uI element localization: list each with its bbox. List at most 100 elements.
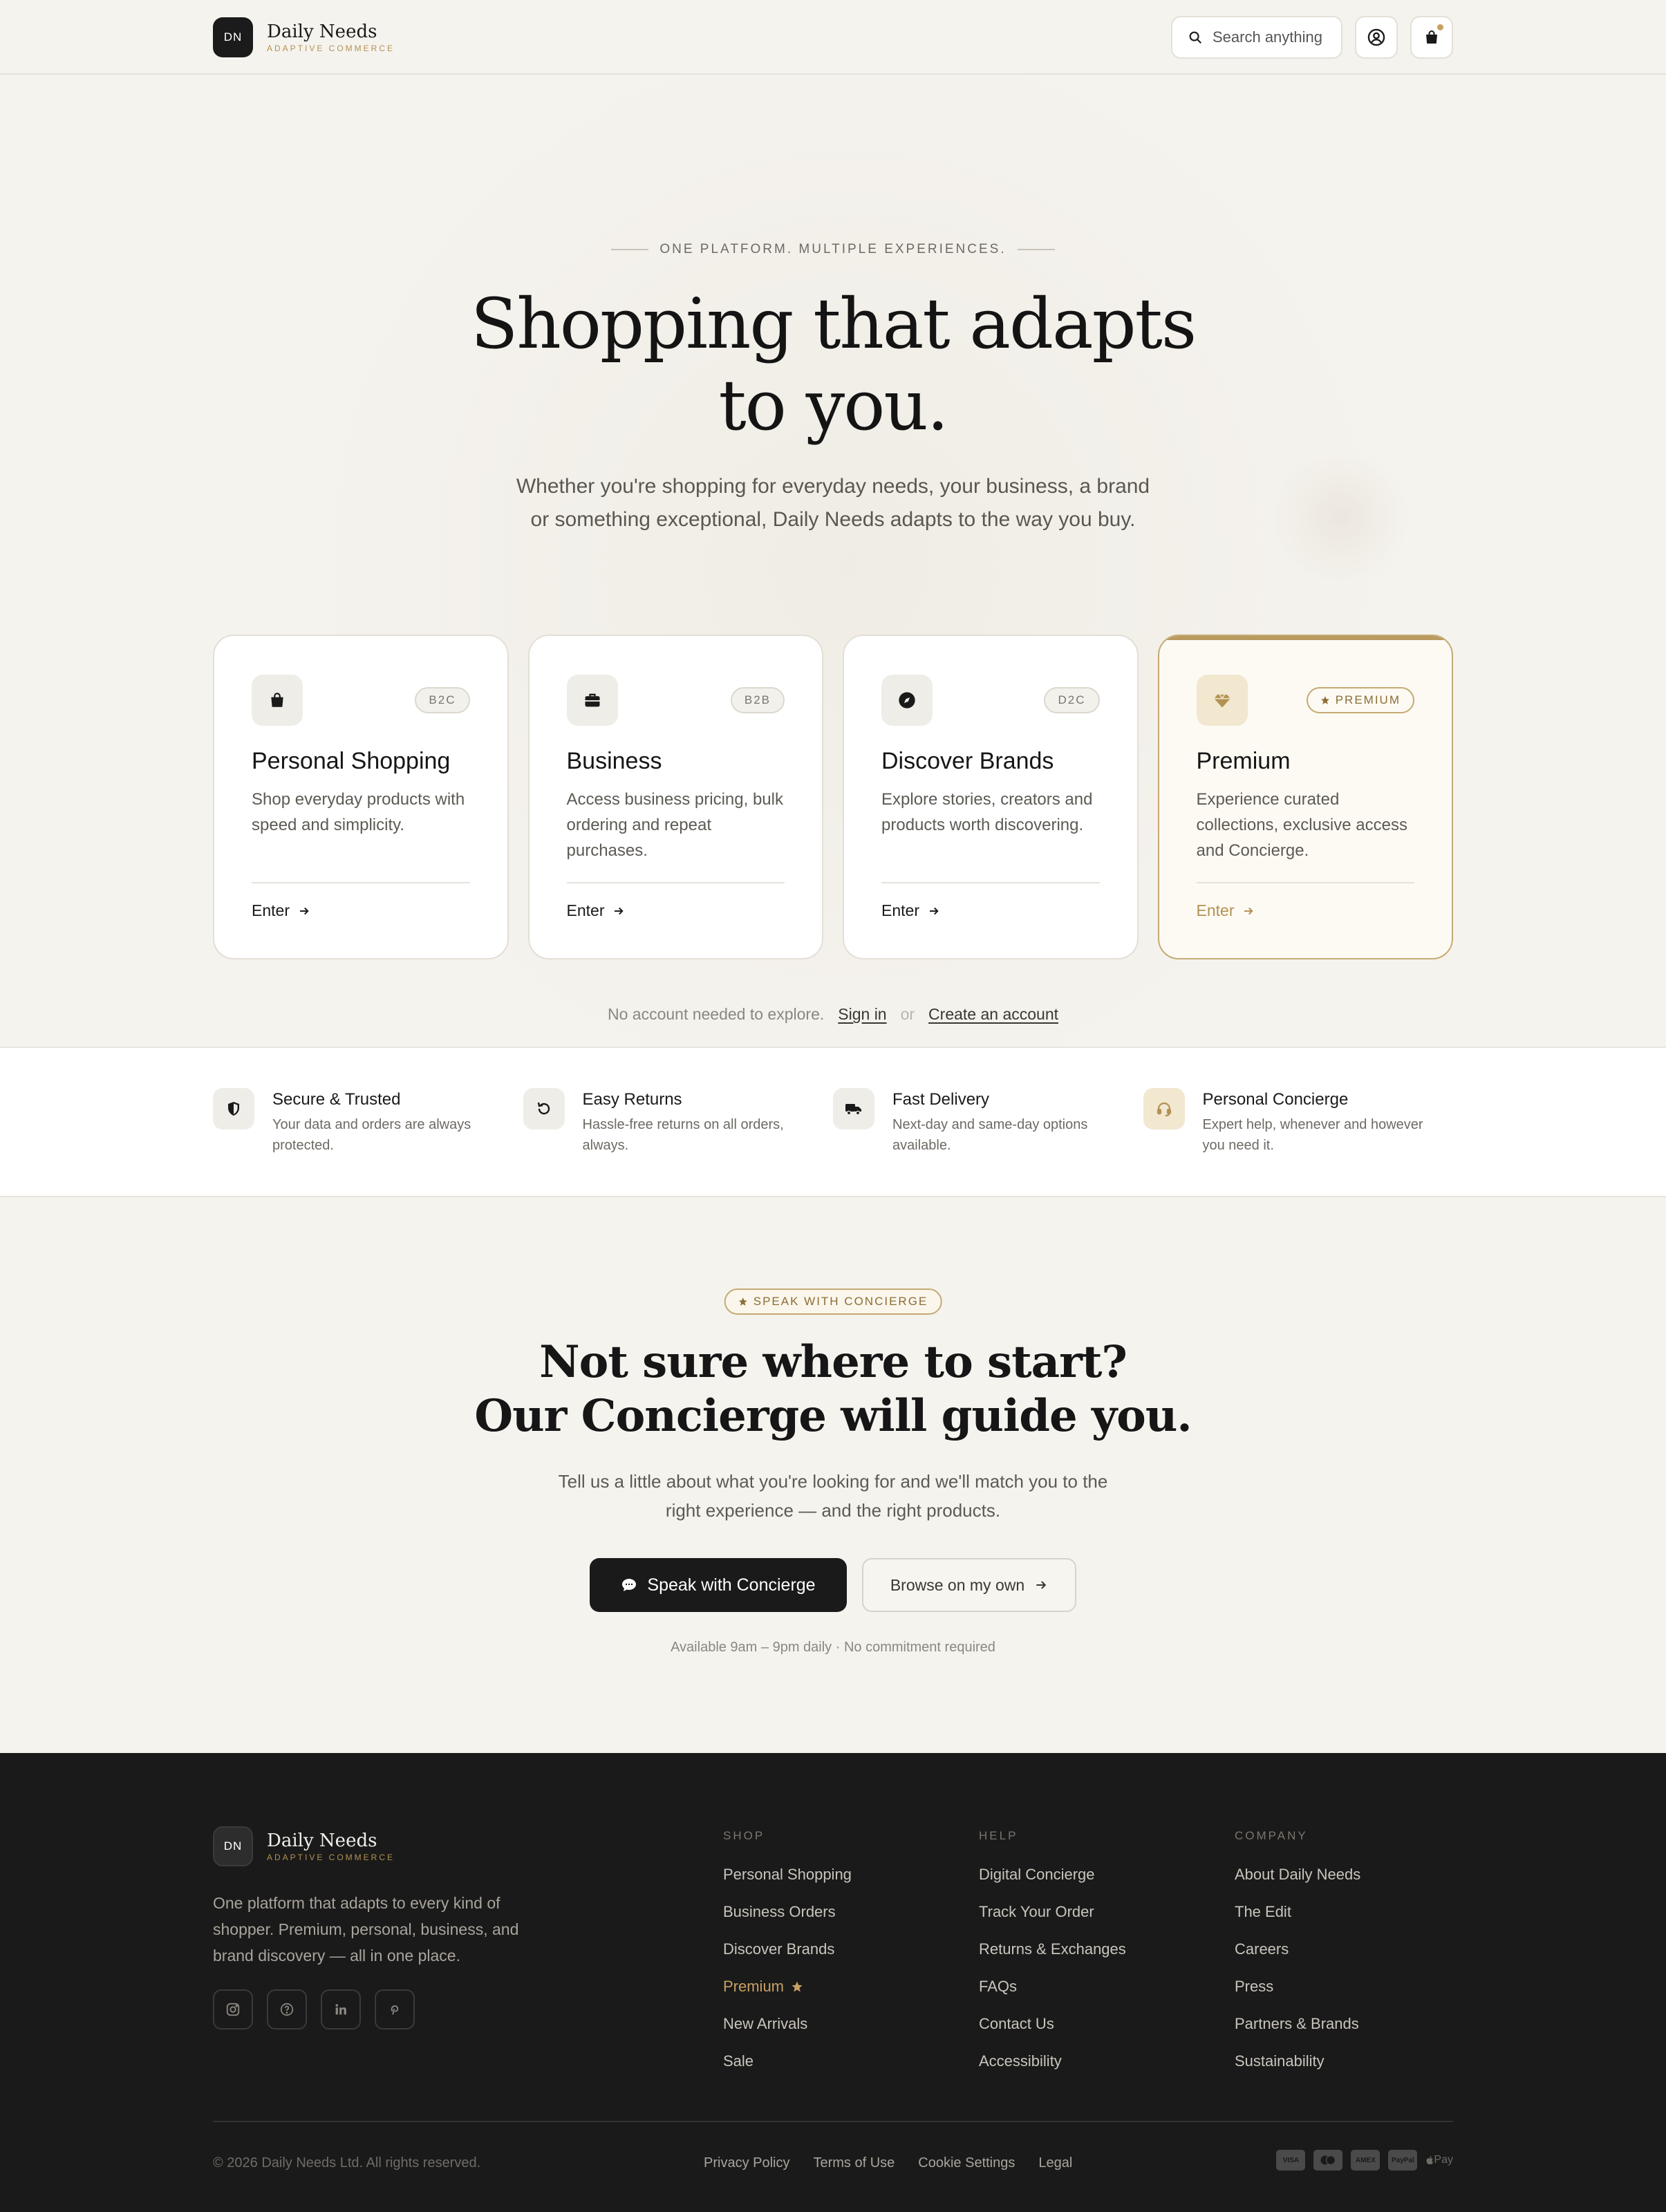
footer-brand[interactable]: DN Daily Needs ADAPTIVE COMMERCE	[213, 1826, 395, 1866]
footer-link[interactable]: New Arrivals	[723, 2016, 852, 2032]
card-title: Personal Shopping	[252, 748, 451, 774]
card-enter-label: Enter	[252, 901, 290, 919]
cart-button[interactable]	[1410, 16, 1453, 59]
account-note-text: No account needed to explore.	[607, 1005, 825, 1023]
card-icon-container	[566, 675, 618, 726]
eyebrow-line-right	[1017, 249, 1055, 250]
arrow-right-icon	[615, 907, 624, 915]
site-header: DN Daily Needs ADAPTIVE COMMERCE Search …	[0, 0, 1666, 75]
feature-icon-container	[523, 1088, 565, 1130]
card-enter-label: Enter	[881, 901, 919, 919]
card-premium[interactable]: PREMIUM Premium Experience curated colle…	[1157, 635, 1453, 959]
brand-logo[interactable]: DN Daily Needs ADAPTIVE COMMERCE	[213, 17, 395, 57]
star-icon	[738, 1297, 747, 1306]
account-note: No account needed to explore. Sign in or…	[0, 1005, 1666, 1024]
footer-link[interactable]: Business Orders	[723, 1904, 852, 1920]
footer-link-label: Premium	[723, 1978, 785, 1995]
footer-column-title: HELP	[979, 1829, 1018, 1842]
hero-subtitle: Whether you're shopping for everyday nee…	[516, 475, 1150, 531]
footer-logo-mark: DN	[213, 1826, 253, 1866]
create-account-link[interactable]: Create an account	[928, 1005, 1058, 1024]
search-input[interactable]: Search anything	[1171, 16, 1342, 59]
briefcase-icon	[585, 693, 599, 707]
browse-on-my-own-label: Browse on my own	[890, 1575, 1025, 1594]
concierge-section: SPEAK WITH CONCIERGE Not sure where to s…	[0, 1197, 1666, 1753]
sign-in-link[interactable]: Sign in	[838, 1005, 886, 1024]
card-business[interactable]: B2B Business Access business pricing, bu…	[527, 635, 823, 959]
speak-with-concierge-button[interactable]: Speak with Concierge	[590, 1558, 847, 1612]
account-button[interactable]	[1355, 16, 1398, 59]
footer-legal-links: Privacy Policy Terms of Use Cookie Setti…	[704, 2155, 1072, 2171]
mastercard-icon	[1313, 2150, 1343, 2171]
paypal-icon: PayPal	[1388, 2150, 1418, 2171]
card-icon-container	[252, 675, 303, 726]
pinterest-link[interactable]	[375, 1989, 415, 2030]
eyebrow-text: ONE PLATFORM. MULTIPLE EXPERIENCES.	[659, 242, 1007, 256]
card-enter-label: Enter	[1196, 901, 1235, 919]
compass-icon	[899, 692, 915, 709]
star-icon	[1320, 696, 1329, 704]
footer-link[interactable]: Contact Us	[979, 2016, 1126, 2032]
footer-link[interactable]: Careers	[1235, 1941, 1360, 1958]
footer-column-title: SHOP	[723, 1829, 765, 1842]
footer-divider	[213, 2121, 1453, 2122]
footer-link[interactable]: Sale	[723, 2053, 852, 2070]
feature-delivery: Fast Delivery Next-day and same-day opti…	[833, 1088, 1143, 1156]
footer-link[interactable]: FAQs	[979, 1978, 1126, 1995]
concierge-subtitle: Tell us a little about what you're looki…	[558, 1471, 1108, 1521]
privacy-policy-link[interactable]: Privacy Policy	[704, 2155, 789, 2171]
card-tag-label: PREMIUM	[1335, 693, 1401, 706]
hero-title-line-1: Shopping that adapts	[470, 283, 1197, 364]
footer-link[interactable]: Press	[1235, 1978, 1360, 1995]
footer-link[interactable]: Personal Shopping	[723, 1866, 852, 1883]
card-enter-link[interactable]: Enter	[252, 901, 310, 920]
footer-column-help: HELP Digital Concierge Track Your Order …	[979, 1829, 1126, 2070]
card-divider	[1196, 882, 1414, 883]
card-personal-shopping[interactable]: B2C Personal Shopping Shop everyday prod…	[213, 635, 509, 959]
linkedin-link[interactable]	[321, 1989, 361, 2030]
chat-bubble-icon	[622, 1579, 637, 1591]
footer-link[interactable]: Track Your Order	[979, 1904, 1126, 1920]
help-link[interactable]	[267, 1989, 307, 2030]
footer-link[interactable]: Digital Concierge	[979, 1866, 1126, 1883]
footer-about: One platform that adapts to every kind o…	[213, 1894, 519, 1965]
feature-description: Expert help, whenever and however you ne…	[1202, 1117, 1423, 1153]
footer-link[interactable]: Returns & Exchanges	[979, 1941, 1126, 1958]
footer-link-premium[interactable]: Premium	[723, 1978, 852, 1995]
hero-background-dot	[1272, 448, 1410, 586]
card-enter-link[interactable]: Enter	[881, 901, 940, 920]
card-discover-brands[interactable]: D2C Discover Brands Explore stories, cre…	[843, 635, 1139, 959]
footer-link[interactable]: Discover Brands	[723, 1941, 852, 1958]
cookie-settings-link[interactable]: Cookie Settings	[918, 2155, 1015, 2171]
cart-indicator-dot	[1437, 24, 1443, 30]
card-enter-link[interactable]: Enter	[567, 901, 626, 920]
footer-link[interactable]: The Edit	[1235, 1904, 1360, 1920]
brand-name: Daily Needs	[267, 21, 377, 42]
concierge-title-line-1: Not sure where to start?	[539, 1336, 1127, 1388]
concierge-badge-label: SPEAK WITH CONCIERGE	[753, 1295, 928, 1308]
footer-link[interactable]: Accessibility	[979, 2053, 1126, 2070]
terms-of-use-link[interactable]: Terms of Use	[813, 2155, 895, 2171]
apple-pay-label: Pay	[1434, 2154, 1453, 2166]
help-icon	[280, 2003, 294, 2016]
concierge-availability-note: Available 9am – 9pm daily · No commitmen…	[671, 1640, 995, 1655]
footer-link[interactable]: Sustainability	[1235, 2053, 1360, 2070]
payment-methods: VISA AMEX PayPal Pay	[1276, 2150, 1453, 2171]
card-description: Explore stories, creators and products w…	[881, 790, 1093, 834]
footer-link[interactable]: About Daily Needs	[1235, 1866, 1360, 1883]
footer-link[interactable]: Partners & Brands	[1235, 2016, 1360, 2032]
instagram-link[interactable]	[213, 1989, 253, 2030]
concierge-badge: SPEAK WITH CONCIERGE	[724, 1288, 942, 1315]
browse-on-my-own-button[interactable]: Browse on my own	[862, 1558, 1076, 1612]
feature-secure: Secure & Trusted Your data and orders ar…	[213, 1088, 523, 1156]
feature-icon-container	[833, 1088, 874, 1130]
footer-column-title: COMPANY	[1235, 1829, 1308, 1842]
card-description: Experience curated collections, exclusiv…	[1196, 790, 1407, 860]
card-description: Shop everyday products with speed and si…	[252, 790, 465, 834]
legal-link[interactable]: Legal	[1038, 2155, 1072, 2171]
hero-title-line-2: to you.	[718, 365, 948, 446]
visa-icon: VISA	[1276, 2150, 1306, 2171]
shopping-bag-icon	[1426, 30, 1437, 44]
card-enter-link[interactable]: Enter	[1197, 901, 1255, 920]
apple-icon	[1426, 2156, 1434, 2165]
